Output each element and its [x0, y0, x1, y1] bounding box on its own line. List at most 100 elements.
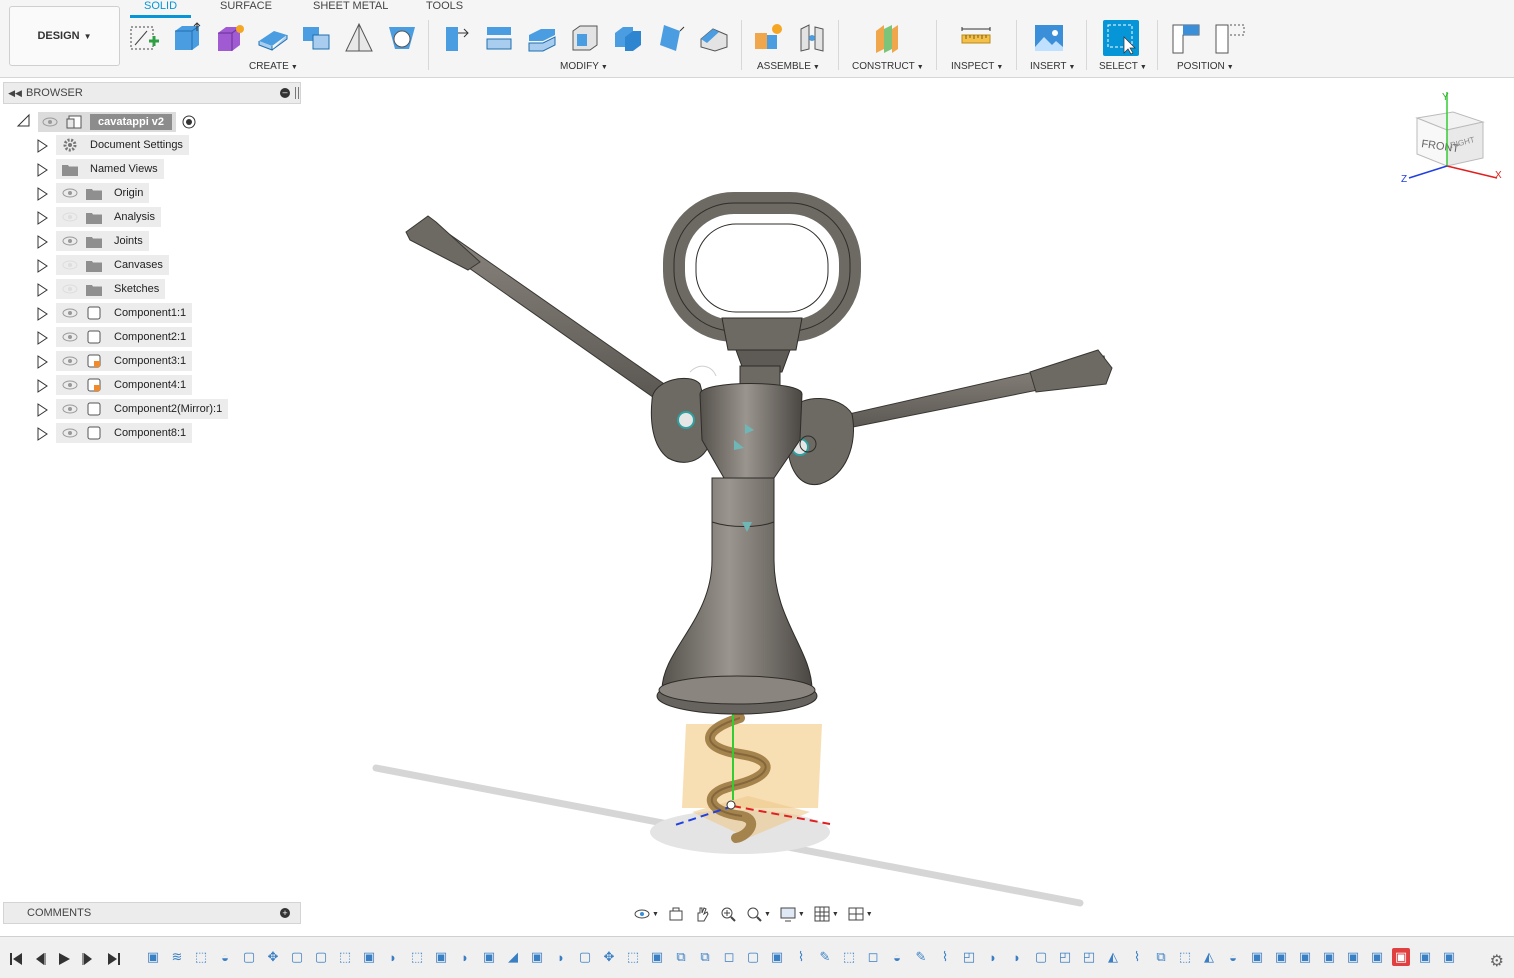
visibility-eye-icon[interactable] — [62, 380, 78, 390]
tab-sheet-metal[interactable]: SHEET METAL — [313, 0, 388, 16]
modify-menu[interactable]: MODIFY ▼ — [560, 61, 608, 72]
timeline-feature[interactable]: ◰ — [960, 948, 978, 966]
orbit-icon[interactable]: ▼ — [630, 903, 662, 925]
timeline-feature[interactable]: ▣ — [1368, 948, 1386, 966]
browser-item-component4-1[interactable]: Component4:1 — [56, 375, 193, 395]
timeline-feature[interactable]: ◻ — [864, 948, 882, 966]
assemble-menu[interactable]: ASSEMBLE ▼ — [757, 61, 820, 72]
timeline-feature[interactable]: ▢ — [744, 948, 762, 966]
timeline-feature[interactable]: ⧉ — [1152, 948, 1170, 966]
workspace-switcher[interactable]: DESIGN ▼ — [9, 6, 120, 66]
align-icon[interactable] — [696, 20, 732, 56]
timeline-feature[interactable]: ◗ — [1008, 948, 1026, 966]
browser-item-component8-1[interactable]: Component8:1 — [56, 423, 193, 443]
expand-triangle-icon[interactable] — [36, 427, 48, 441]
timeline-feature[interactable]: ▢ — [288, 948, 306, 966]
expand-triangle-icon[interactable] — [36, 259, 48, 273]
grid-icon[interactable]: ▼ — [810, 903, 842, 925]
joint-icon[interactable] — [794, 20, 830, 56]
step-forward-icon[interactable] — [80, 951, 96, 967]
timeline-feature[interactable]: ◗ — [552, 948, 570, 966]
expand-triangle-icon[interactable] — [36, 139, 48, 153]
fit-icon[interactable]: ▼ — [742, 903, 774, 925]
browser-item-component2-mirror-1[interactable]: Component2(Mirror):1 — [56, 399, 229, 419]
play-icon[interactable] — [56, 951, 72, 967]
browser-item-origin[interactable]: Origin — [56, 183, 150, 203]
go-to-start-icon[interactable] — [8, 951, 24, 967]
browser-panel-header[interactable]: ◀◀ BROWSER – — [3, 82, 301, 104]
browser-root[interactable]: cavatappi v2 — [38, 112, 196, 132]
tab-surface[interactable]: SURFACE — [220, 0, 272, 16]
canvas-viewport[interactable]: FRONT RIGHT Y X Z — [305, 78, 1514, 928]
timeline-feature[interactable]: ⌇ — [792, 948, 810, 966]
viewcube[interactable]: FRONT RIGHT Y X Z — [1395, 92, 1505, 192]
new-component-icon[interactable] — [751, 20, 787, 56]
comments-panel-header[interactable]: COMMENTS + — [3, 902, 301, 924]
timeline-feature[interactable]: ◰ — [1056, 948, 1074, 966]
insert-image-icon[interactable] — [1031, 20, 1067, 56]
timeline-feature[interactable]: ◗ — [384, 948, 402, 966]
timeline-feature[interactable]: ◒ — [216, 948, 234, 966]
select-menu[interactable]: SELECT ▼ — [1099, 61, 1147, 72]
visibility-eye-icon[interactable] — [42, 117, 58, 127]
expand-triangle-icon[interactable] — [36, 187, 48, 201]
timeline-feature[interactable]: ▣ — [144, 948, 162, 966]
timeline-feature[interactable]: ▣ — [1440, 948, 1458, 966]
timeline-feature[interactable]: ⧉ — [696, 948, 714, 966]
select-icon[interactable] — [1103, 20, 1139, 56]
expand-triangle-icon[interactable] — [36, 235, 48, 249]
timeline-feature[interactable]: ▣ — [360, 948, 378, 966]
timeline-feature[interactable]: ▣ — [1344, 948, 1362, 966]
panel-grip-icon[interactable] — [295, 87, 299, 99]
position-menu[interactable]: POSITION ▼ — [1177, 61, 1234, 72]
press-pull-icon[interactable] — [439, 20, 475, 56]
create-sketch-icon[interactable] — [126, 20, 162, 56]
look-at-icon[interactable] — [664, 903, 688, 925]
collapse-panel-icon[interactable]: ◀◀ — [4, 88, 26, 99]
split-body-icon[interactable] — [610, 20, 646, 56]
fillet-icon[interactable] — [481, 20, 517, 56]
tab-tools[interactable]: TOOLS — [426, 0, 463, 16]
timeline-feature[interactable]: ⧉ — [672, 948, 690, 966]
extrude-icon[interactable] — [169, 20, 205, 56]
timeline-feature[interactable]: ▣ — [1416, 948, 1434, 966]
browser-item-named-views[interactable]: Named Views — [56, 159, 164, 179]
timeline-feature[interactable]: ◻ — [720, 948, 738, 966]
timeline-feature[interactable]: ▢ — [1032, 948, 1050, 966]
expand-triangle-icon[interactable] — [36, 211, 48, 225]
visibility-eye-icon[interactable] — [62, 188, 78, 198]
timeline-feature[interactable]: ⬚ — [192, 948, 210, 966]
construct-menu[interactable]: CONSTRUCT ▼ — [852, 61, 924, 72]
timeline-feature[interactable]: ◗ — [456, 948, 474, 966]
combine-icon[interactable] — [298, 20, 334, 56]
tab-solid[interactable]: SOLID — [130, 0, 192, 18]
timeline-feature[interactable]: ⬚ — [408, 948, 426, 966]
timeline-feature[interactable]: ▣ — [432, 948, 450, 966]
create-form-icon[interactable] — [212, 20, 248, 56]
browser-item-document-settings[interactable]: Document Settings — [56, 135, 189, 155]
browser-item-analysis[interactable]: Analysis — [56, 207, 161, 227]
timeline-feature[interactable]: ◒ — [888, 948, 906, 966]
timeline-feature[interactable]: ✎ — [816, 948, 834, 966]
minimize-icon[interactable]: – — [280, 88, 290, 98]
visibility-eye-icon[interactable] — [62, 404, 78, 414]
browser-item-canvases[interactable]: Canvases — [56, 255, 169, 275]
inspect-menu[interactable]: INSPECT ▼ — [951, 61, 1003, 72]
step-back-icon[interactable] — [32, 951, 48, 967]
create-menu[interactable]: CREATE ▼ — [249, 61, 298, 72]
timeline-feature[interactable]: ▢ — [576, 948, 594, 966]
timeline-feature[interactable]: ◒ — [1224, 948, 1242, 966]
model-scene[interactable] — [305, 78, 1514, 928]
timeline-feature[interactable]: ▣ — [480, 948, 498, 966]
browser-item-component3-1[interactable]: Component3:1 — [56, 351, 193, 371]
timeline-feature[interactable]: ▣ — [1248, 948, 1266, 966]
visibility-eye-icon[interactable] — [62, 428, 78, 438]
visibility-eye-icon[interactable] — [62, 212, 78, 222]
timeline-feature[interactable]: ✥ — [264, 948, 282, 966]
revert-position-icon[interactable] — [1211, 20, 1247, 56]
expanded-triangle-icon[interactable] — [16, 113, 32, 129]
expand-triangle-icon[interactable] — [36, 331, 48, 345]
draft-icon[interactable] — [341, 20, 377, 56]
chamfer-icon[interactable] — [524, 20, 560, 56]
offset-plane-icon[interactable] — [869, 20, 905, 56]
